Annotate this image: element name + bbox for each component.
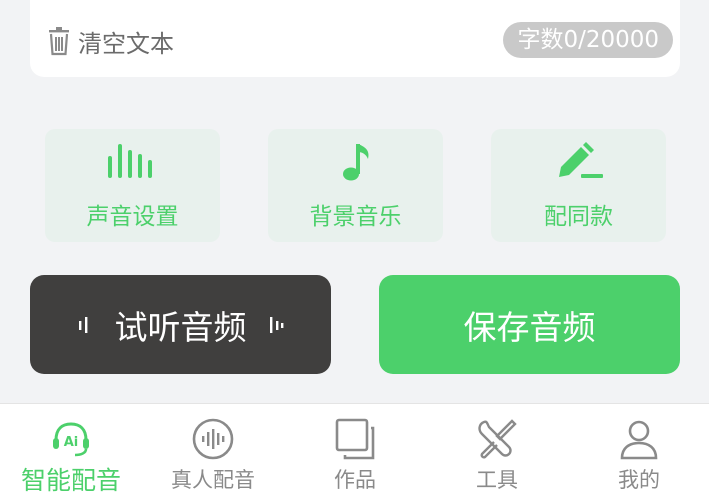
background-music-label: 背景音乐 xyxy=(309,204,402,230)
clear-text-button[interactable]: 清空文本 xyxy=(46,24,174,58)
clear-text-label: 清空文本 xyxy=(78,29,174,58)
trash-icon xyxy=(49,27,69,56)
background-music-button[interactable]: 背景音乐 xyxy=(268,129,443,242)
tab-label: 我的 xyxy=(618,468,660,492)
tab-label: 作品 xyxy=(334,468,376,492)
tab-label: 工具 xyxy=(476,468,518,492)
bottom-tab-bar: Ai 智能配音 真人配音 作品 工具 我的 xyxy=(0,403,709,495)
wave-right-icon xyxy=(269,316,283,333)
user-icon xyxy=(620,420,658,460)
music-note-icon xyxy=(342,144,369,181)
tab-label: 智能配音 xyxy=(20,466,121,495)
char-count-badge: 字数0/20000 xyxy=(503,22,673,58)
tab-mine[interactable]: 我的 xyxy=(568,404,709,495)
preview-audio-label: 试听音频 xyxy=(114,307,247,347)
tab-human-dubbing[interactable]: 真人配音 xyxy=(142,404,284,495)
svg-text:Ai: Ai xyxy=(64,435,79,450)
tab-label: 真人配音 xyxy=(171,468,255,492)
voice-wave-icon xyxy=(192,418,234,460)
preview-audio-button[interactable]: 试听音频 xyxy=(30,275,331,374)
works-icon xyxy=(335,418,375,460)
pencil-edit-icon xyxy=(558,142,603,178)
tools-icon xyxy=(478,419,517,459)
save-audio-button[interactable]: 保存音频 xyxy=(379,275,680,374)
tab-smart-dubbing[interactable]: Ai 智能配音 xyxy=(0,404,142,495)
wave-left-icon xyxy=(78,316,87,333)
sound-settings-label: 声音设置 xyxy=(86,204,179,230)
tab-tools[interactable]: 工具 xyxy=(426,404,568,495)
save-audio-label: 保存音频 xyxy=(463,307,596,347)
sound-settings-icon xyxy=(107,144,152,178)
match-same-label: 配同款 xyxy=(544,204,613,230)
sound-settings-button[interactable]: 声音设置 xyxy=(45,129,220,242)
match-same-button[interactable]: 配同款 xyxy=(491,129,666,242)
ai-headset-icon: Ai xyxy=(53,422,89,457)
tab-works[interactable]: 作品 xyxy=(284,404,426,495)
